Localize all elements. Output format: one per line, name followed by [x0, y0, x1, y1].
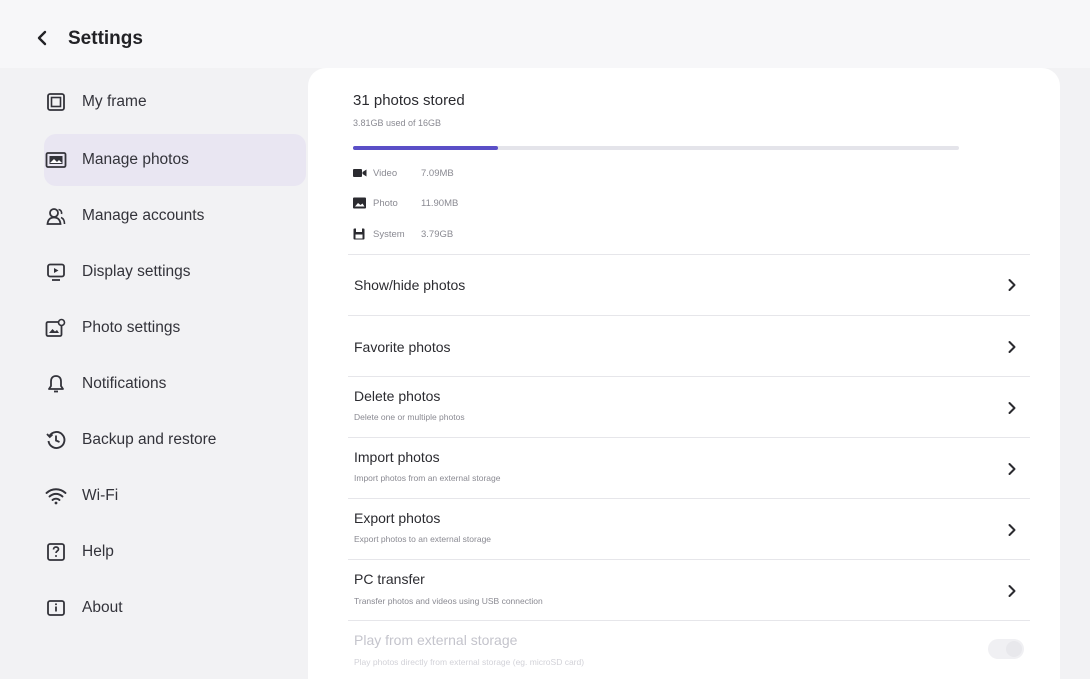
export-photos-item[interactable]: Export photos Export photos to an extern…	[348, 499, 1030, 559]
sidebar-item-backup-restore[interactable]: Backup and restore	[44, 414, 298, 466]
video-icon	[353, 167, 367, 179]
page-title: Settings	[68, 28, 143, 49]
menu-item-description: Transfer photos and videos using USB con…	[354, 596, 543, 606]
show-hide-photos-item[interactable]: Show/hide photos	[348, 255, 1030, 315]
sidebar-item-help[interactable]: Help	[44, 526, 298, 578]
sidebar-item-label: Backup and restore	[82, 431, 217, 448]
sidebar-item-about[interactable]: About	[44, 582, 298, 634]
frame-icon	[44, 90, 68, 114]
menu-item-title: Favorite photos	[354, 339, 451, 355]
header-bar: Settings	[0, 0, 1090, 68]
sidebar-item-label: Manage accounts	[82, 207, 205, 224]
storage-legend-photo: Photo 11.90MB	[353, 195, 458, 211]
manage-photos-panel: 31 photos stored 3.81GB used of 16GB Vid…	[308, 68, 1060, 679]
menu-item-description: Delete one or multiple photos	[354, 412, 465, 422]
bell-icon	[44, 372, 68, 396]
chevron-right-icon	[1004, 583, 1020, 599]
sidebar-item-label: My frame	[82, 93, 147, 110]
menu-item-title: Show/hide photos	[354, 277, 466, 293]
storage-progress-fill	[353, 146, 499, 150]
chevron-right-icon	[1004, 522, 1020, 538]
menu-item-description: Play photos directly from external stora…	[354, 657, 585, 667]
sidebar-item-label: Help	[82, 543, 114, 560]
menu-item-title: PC transfer	[354, 571, 425, 587]
storage-progress-bar	[353, 146, 959, 150]
back-button[interactable]	[30, 26, 54, 50]
favorite-photos-item[interactable]: Favorite photos	[348, 316, 1030, 376]
chevron-right-icon	[1004, 400, 1020, 416]
storage-usage-text: 3.81GB used of 16GB	[353, 118, 442, 128]
sidebar-item-label: Photo settings	[82, 319, 181, 336]
sidebar-item-display-settings[interactable]: Display settings	[44, 246, 298, 298]
toggle-knob	[1006, 641, 1022, 657]
chevron-right-icon	[1004, 339, 1020, 355]
sidebar-item-manage-photos[interactable]: Manage photos	[44, 134, 306, 186]
menu-item-title: Play from external storage	[354, 632, 518, 648]
sidebar-item-label: Display settings	[82, 263, 191, 280]
settings-app: Settings My frame Manage photos Manage a…	[0, 0, 1090, 679]
sidebar-item-wifi[interactable]: Wi-Fi	[44, 470, 298, 522]
chevron-right-icon	[1004, 461, 1020, 477]
menu-item-description: Import photos from an external storage	[354, 473, 501, 483]
sidebar-item-label: Wi-Fi	[82, 487, 119, 504]
sidebar: My frame Manage photos Manage accounts D…	[8, 68, 306, 679]
sidebar-item-manage-accounts[interactable]: Manage accounts	[44, 190, 298, 242]
storage-legend-video: Video 7.09MB	[353, 165, 454, 181]
menu-item-title: Delete photos	[354, 388, 441, 404]
display-icon	[44, 260, 68, 284]
sidebar-item-notifications[interactable]: Notifications	[44, 358, 298, 410]
sidebar-item-label: Manage photos	[82, 151, 189, 168]
menu-item-description: Export photos to an external storage	[354, 534, 492, 544]
sidebar-item-label: About	[82, 599, 123, 616]
photo-settings-icon	[44, 316, 68, 340]
storage-title: 31 photos stored	[353, 92, 465, 109]
menu-item-title: Import photos	[354, 449, 440, 465]
image-icon	[353, 197, 367, 209]
sidebar-item-my-frame[interactable]: My frame	[44, 76, 298, 128]
external-storage-toggle[interactable]	[988, 639, 1024, 659]
storage-legend-system: System 3.79GB	[353, 226, 453, 242]
system-icon	[353, 228, 367, 240]
menu-item-title: Export photos	[354, 510, 441, 526]
photos-icon	[44, 148, 68, 172]
accounts-icon	[44, 204, 68, 228]
about-icon	[44, 596, 68, 620]
chevron-right-icon	[1004, 277, 1020, 293]
wifi-icon	[44, 484, 68, 508]
backup-icon	[44, 428, 68, 452]
delete-photos-item[interactable]: Delete photos Delete one or multiple pho…	[348, 377, 1030, 437]
sidebar-item-label: Notifications	[82, 375, 167, 392]
sidebar-item-photo-settings[interactable]: Photo settings	[44, 302, 298, 354]
play-from-external-storage-item[interactable]: Play from external storage Play photos d…	[348, 621, 1030, 679]
import-photos-item[interactable]: Import photos Import photos from an exte…	[348, 438, 1030, 498]
help-icon	[44, 540, 68, 564]
pc-transfer-item[interactable]: PC transfer Transfer photos and videos u…	[348, 560, 1030, 620]
back-chevron-icon	[37, 30, 47, 46]
